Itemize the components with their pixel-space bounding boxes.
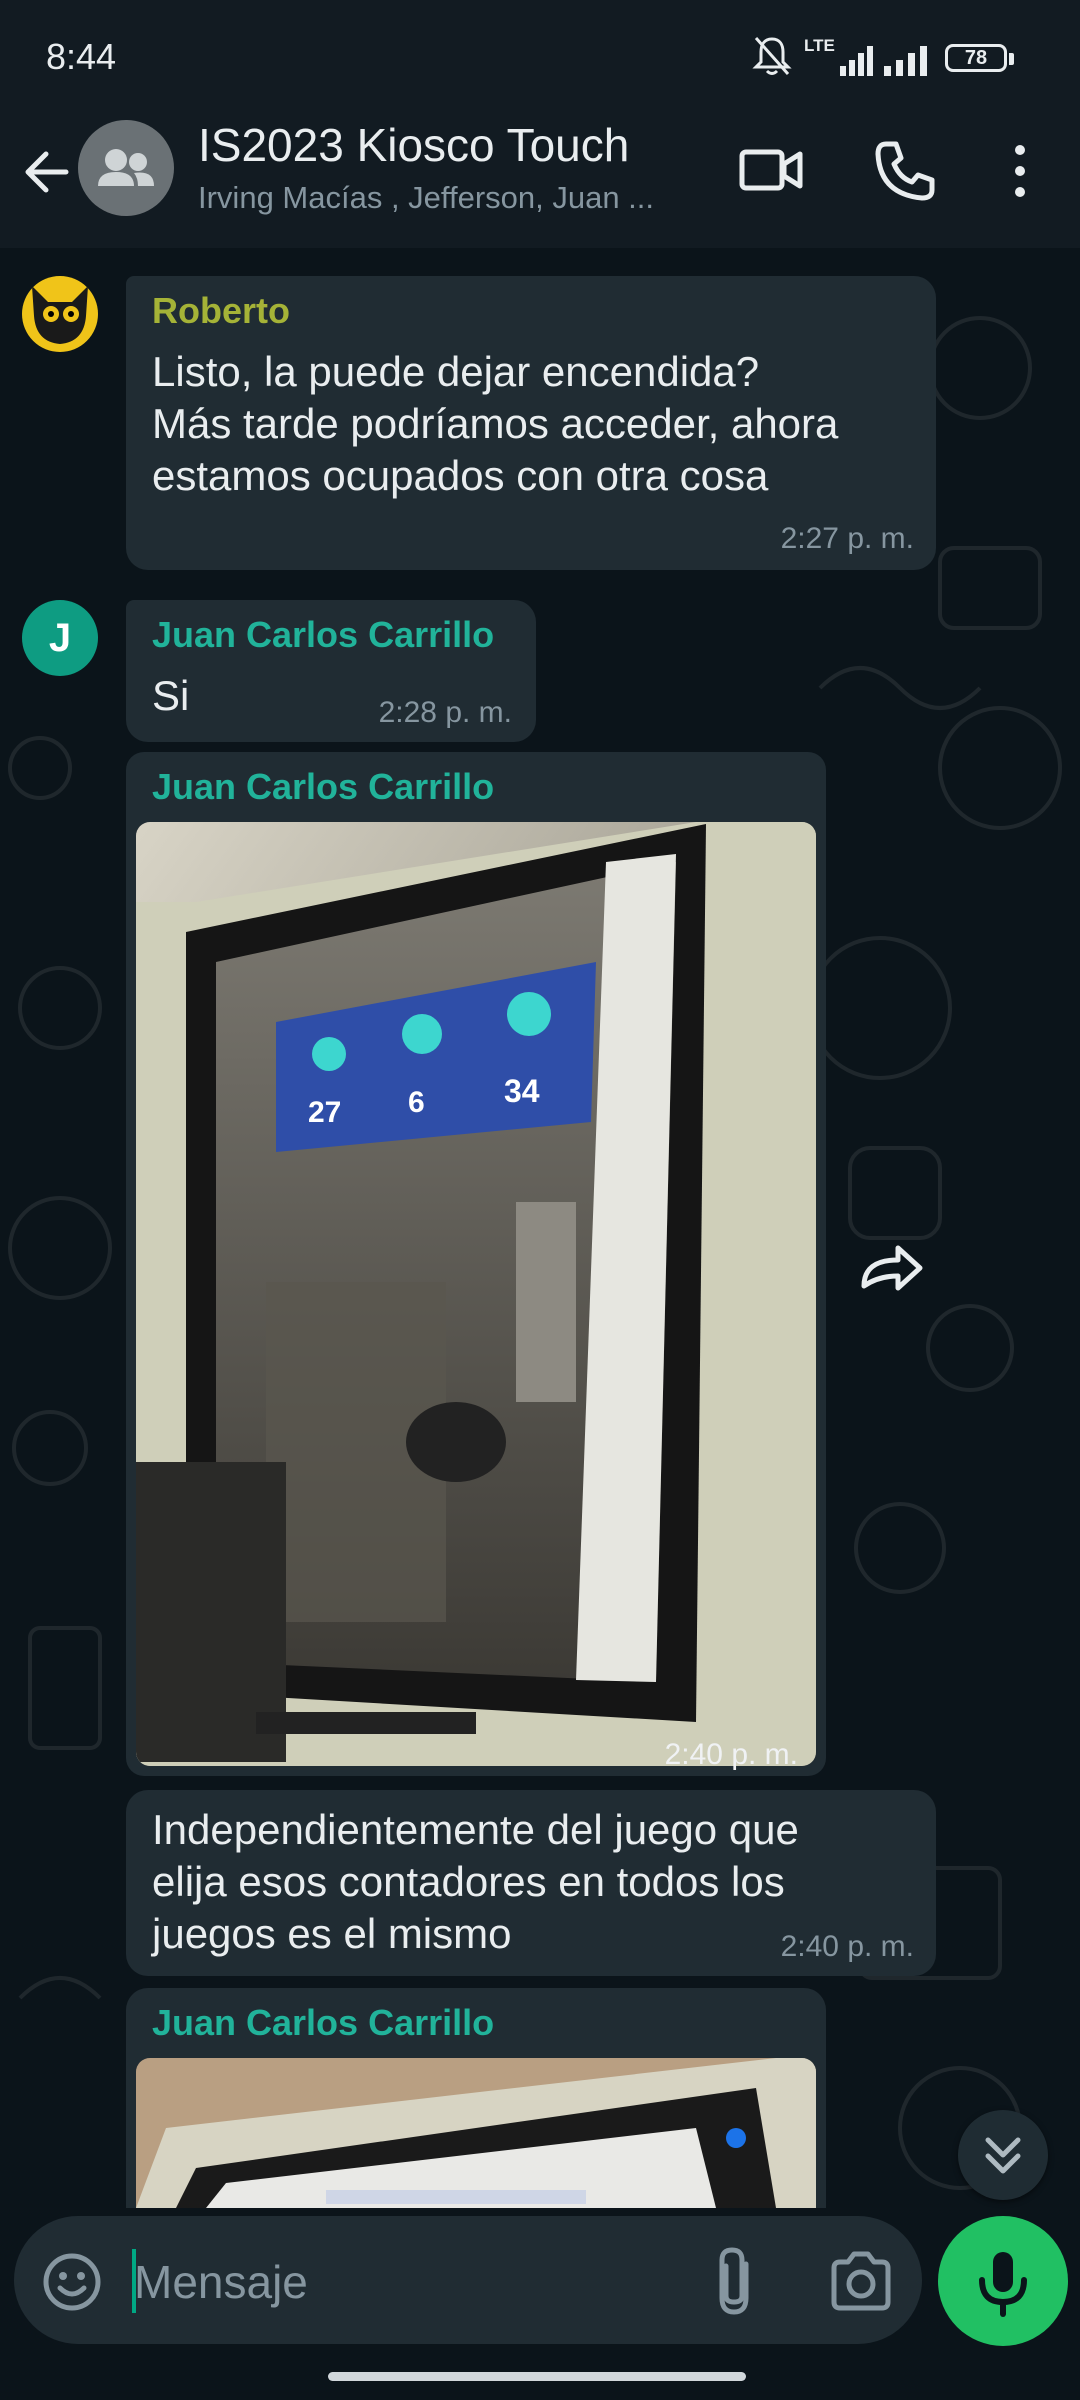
sender-name[interactable]: Juan Carlos Carrillo (152, 614, 494, 656)
mic-icon (979, 2252, 1027, 2317)
sender-name[interactable]: Juan Carlos Carrillo (152, 766, 494, 808)
double-chevron-down-icon (985, 2137, 1021, 2174)
emoji-icon[interactable] (40, 2250, 104, 2314)
signal-icon (884, 46, 927, 76)
back-arrow-icon[interactable] (16, 140, 80, 204)
battery-icon: 78 (945, 44, 1007, 72)
clock: 8:44 (46, 36, 117, 77)
mute-bell-icon (752, 37, 792, 75)
image-message-bubble[interactable]: Juan Carlos Carrillo (126, 1988, 826, 2208)
kiosk-photo: 27 6 34 (136, 822, 816, 1766)
scroll-down-button[interactable] (958, 2110, 1048, 2200)
mic-button[interactable] (938, 2216, 1068, 2346)
attach-icon[interactable] (706, 2244, 766, 2320)
avatar-juan[interactable]: J (22, 600, 98, 676)
message-time: 2:40 p. m. (780, 1930, 914, 1963)
battery-tip (1009, 53, 1014, 65)
photo-counter: 34 (504, 1073, 540, 1109)
photo-counter: 27 (308, 1096, 341, 1129)
more-vert-icon[interactable] (1000, 138, 1040, 204)
video-call-icon[interactable] (738, 140, 804, 200)
signal-icon (840, 46, 873, 76)
sender-name[interactable]: Juan Carlos Carrillo (152, 2002, 494, 2044)
phone-icon[interactable] (872, 138, 938, 204)
group-avatar[interactable] (78, 120, 174, 216)
kiosk-photo (136, 2058, 816, 2208)
photo-attachment[interactable]: 27 6 34 (136, 822, 816, 1766)
camera-icon[interactable] (828, 2250, 894, 2312)
photo-counter: 6 (408, 1086, 425, 1119)
avatar-roberto[interactable] (22, 276, 98, 352)
message-text: Si (152, 672, 190, 719)
group-avatar-icon (98, 149, 154, 186)
chat-title[interactable]: IS2023 Kiosco Touch (198, 118, 629, 172)
image-message-bubble[interactable]: Juan Carlos Carrillo 27 6 34 2:40 p. m. (126, 752, 826, 1776)
chat-members[interactable]: Irving Macías , Jefferson, Juan ... (198, 180, 698, 216)
photo-attachment[interactable] (136, 2058, 816, 2208)
home-indicator[interactable] (328, 2372, 746, 2381)
message-input[interactable] (134, 2250, 654, 2314)
message-time: 2:40 p. m. (664, 1738, 798, 1771)
message-time: 2:28 p. m. (378, 696, 512, 729)
message-text: Listo, la puede dejar encendida? Más tar… (152, 348, 839, 499)
message-bubble[interactable]: Roberto Listo, la puede dejar encendida?… (126, 276, 936, 570)
sender-name[interactable]: Roberto (152, 290, 290, 332)
message-bubble[interactable]: Juan Carlos Carrillo Si 2:28 p. m. (126, 600, 536, 742)
message-time: 2:27 p. m. (780, 522, 914, 555)
cat-avatar-icon (32, 286, 88, 344)
message-text: Independientemente del juego que elija e… (152, 1806, 799, 1957)
forward-icon[interactable] (852, 1230, 932, 1300)
message-bubble[interactable]: Independientemente del juego que elija e… (126, 1790, 936, 1976)
